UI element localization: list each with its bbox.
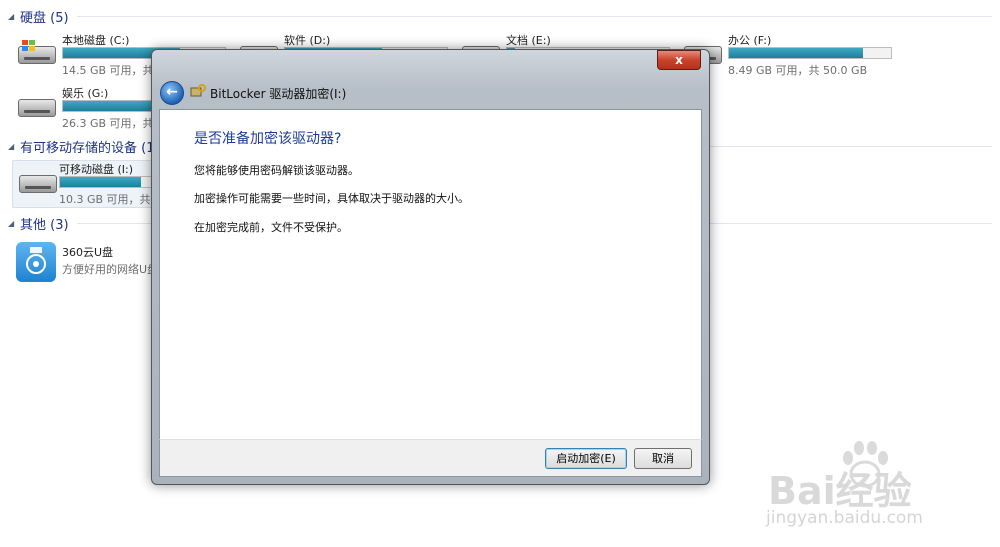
bitlocker-dialog: x ← BitLocker 驱动器加密(I:) 是否准备加密该驱动器? 您将能够… <box>151 49 710 485</box>
dialog-footer: 启动加密(E) 取消 <box>159 439 702 477</box>
close-button[interactable]: x <box>657 50 701 70</box>
group-title: 其他 (3) <box>20 217 69 233</box>
window-title: BitLocker 驱动器加密(I:) <box>210 87 347 101</box>
collapse-arrow-icon[interactable]: ◢ <box>8 12 16 21</box>
divider <box>76 15 992 17</box>
drive-space-info: 10.3 GB 可用，共 <box>59 193 151 206</box>
system-drive-icon <box>16 40 56 68</box>
drive-name: 娱乐 (G:) <box>62 87 109 100</box>
collapse-arrow-icon[interactable]: ◢ <box>8 142 16 151</box>
drive-name: 文档 (E:) <box>506 34 551 47</box>
cloud-u-disk-icon <box>16 242 56 282</box>
drive-name: 软件 (D:) <box>284 34 331 47</box>
group-header-hard-disks[interactable]: ◢ 硬盘 (5) <box>8 7 992 26</box>
dialog-heading: 是否准备加密该驱动器? <box>194 131 342 147</box>
collapse-arrow-icon[interactable]: ◢ <box>8 219 16 228</box>
removable-drive-icon <box>17 169 57 197</box>
cancel-button[interactable]: 取消 <box>634 448 692 469</box>
back-arrow-icon[interactable]: ← <box>160 81 184 105</box>
group-title: 有可移动存储的设备 (1 <box>20 140 155 156</box>
baidu-watermark: Bai经验 jingyan.baidu.com <box>760 440 990 540</box>
info-line: 在加密完成前，文件不受保护。 <box>194 221 348 234</box>
drive-space-info: 8.49 GB 可用，共 50.0 GB <box>728 64 868 77</box>
item-description: 方便好用的网络U盘 <box>62 263 159 276</box>
start-encryption-button[interactable]: 启动加密(E) <box>545 448 627 469</box>
drive-tile-f[interactable]: 办公 (F:) 8.49 GB 可用，共 50.0 GB <box>682 32 912 78</box>
watermark-text: Bai经验 <box>768 469 912 513</box>
drive-space-info: 14.5 GB 可用，共 <box>62 64 154 77</box>
bitlocker-key-icon <box>190 84 206 98</box>
drive-name: 本地磁盘 (C:) <box>62 34 130 47</box>
drive-name: 可移动磁盘 (I:) <box>59 163 134 176</box>
drive-name: 办公 (F:) <box>728 34 772 47</box>
info-line: 加密操作可能需要一些时间，具体取决于驱动器的大小。 <box>194 192 469 205</box>
info-line: 您将能够使用密码解锁该驱动器。 <box>194 164 359 177</box>
watermark-url: jingyan.baidu.com <box>766 508 923 528</box>
drive-space-info: 26.3 GB 可用，共 <box>62 117 154 130</box>
group-title: 硬盘 (5) <box>20 10 69 26</box>
drive-usage-bar <box>728 47 892 59</box>
dialog-content: 是否准备加密该驱动器? 您将能够使用密码解锁该驱动器。 加密操作可能需要一些时间… <box>159 109 702 440</box>
drive-icon <box>16 93 56 121</box>
item-name: 360云U盘 <box>62 246 114 259</box>
